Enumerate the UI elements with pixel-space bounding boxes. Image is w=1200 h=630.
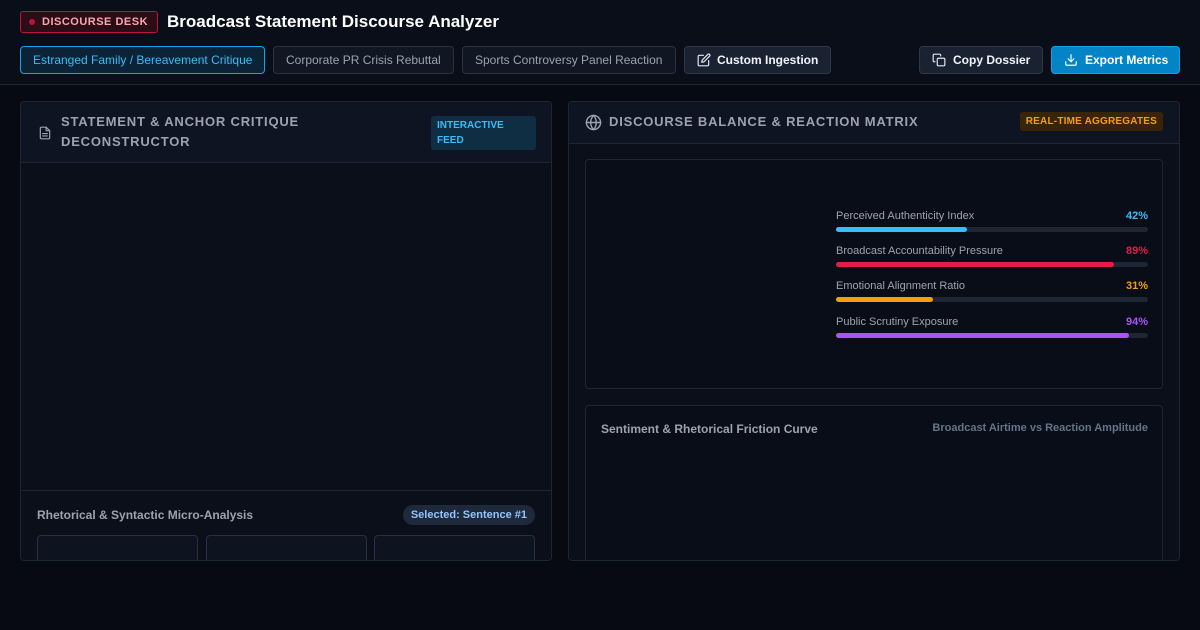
export-metrics-label: Export Metrics xyxy=(1085,53,1169,67)
reaction-matrix-panel: DISCOURSE BALANCE & REACTION MATRIX REAL… xyxy=(568,101,1180,561)
selected-sentence-badge: Selected: Sentence #1 xyxy=(402,505,535,525)
metric-accountability: Broadcast Accountability Pressure 89% xyxy=(836,245,1148,275)
globe-icon xyxy=(585,114,602,136)
tab-corporate-pr[interactable]: Corporate PR Crisis Rebuttal xyxy=(273,46,454,74)
metric-track xyxy=(836,333,1148,338)
micro-card[interactable] xyxy=(206,535,367,560)
metric-emotional-alignment: Emotional Alignment Ratio 31% xyxy=(836,280,1148,310)
metric-public-scrutiny: Public Scrutiny Exposure 94% xyxy=(836,316,1148,346)
metric-fill-bar xyxy=(836,227,968,232)
metric-label: Broadcast Accountability Pressure xyxy=(836,245,1003,257)
copy-dossier-label: Copy Dossier xyxy=(953,53,1031,67)
brand-badge: DISCOURSE DESK xyxy=(20,11,159,33)
metric-value: 31% xyxy=(1125,280,1148,292)
metric-label: Emotional Alignment Ratio xyxy=(836,280,966,292)
metric-fill-bar xyxy=(836,262,1114,267)
status-dot-icon xyxy=(29,19,35,25)
top-bar: DISCOURSE DESK Broadcast Statement Disco… xyxy=(0,0,1200,85)
metric-track xyxy=(836,262,1148,267)
tab-label: Sports Controversy Panel Reaction xyxy=(475,53,663,67)
metric-value: 94% xyxy=(1125,316,1148,328)
statement-deconstructor-panel: STATEMENT & ANCHOR CRITIQUE DECONSTRUCTO… xyxy=(20,101,552,561)
copy-icon xyxy=(932,53,946,67)
metric-label: Public Scrutiny Exposure xyxy=(836,316,959,328)
panel-header: STATEMENT & ANCHOR CRITIQUE DECONSTRUCTO… xyxy=(21,102,551,163)
custom-ingestion-label: Custom Ingestion xyxy=(717,53,819,67)
metric-label: Perceived Authenticity Index xyxy=(836,210,975,222)
micro-analysis-section: Rhetorical & Syntactic Micro-Analysis Se… xyxy=(21,490,551,560)
app-title: Broadcast Statement Discourse Analyzer xyxy=(167,12,499,31)
friction-curve-card: Sentiment & Rhetorical Friction Curve Br… xyxy=(585,405,1163,560)
micro-card[interactable] xyxy=(374,535,535,560)
tab-sports-controversy[interactable]: Sports Controversy Panel Reaction xyxy=(462,46,676,74)
tab-bereavement-critique[interactable]: Estranged Family / Bereavement Critique xyxy=(20,46,265,74)
metric-value: 42% xyxy=(1125,210,1148,222)
metric-authenticity: Perceived Authenticity Index 42% xyxy=(836,210,1148,240)
micro-card[interactable] xyxy=(37,535,198,560)
export-metrics-button[interactable]: Export Metrics xyxy=(1051,46,1180,74)
metric-track xyxy=(836,227,1148,232)
tab-label: Estranged Family / Bereavement Critique xyxy=(33,53,253,67)
panel-title: DISCOURSE BALANCE & REACTION MATRIX xyxy=(609,114,919,129)
panel-title: STATEMENT & ANCHOR CRITIQUE DECONSTRUCTO… xyxy=(61,114,300,149)
curve-title: Sentiment & Rhetorical Friction Curve xyxy=(601,422,818,436)
metric-fill-bar xyxy=(836,297,933,302)
micro-analysis-title: Rhetorical & Syntactic Micro-Analysis xyxy=(37,508,254,522)
metric-track xyxy=(836,297,1148,302)
interactive-feed-badge: INTERACTIVE FEED xyxy=(431,116,536,150)
copy-dossier-button[interactable]: Copy Dossier xyxy=(919,46,1043,74)
metric-fill-bar xyxy=(836,333,1130,338)
metrics-card: Perceived Authenticity Index 42% Broadca… xyxy=(585,159,1163,389)
tab-label: Corporate PR Crisis Rebuttal xyxy=(286,53,441,67)
real-time-badge: REAL-TIME AGGREGATES xyxy=(1019,112,1163,131)
document-icon xyxy=(38,125,52,146)
curve-subtitle: Broadcast Airtime vs Reaction Amplitude xyxy=(932,422,1148,434)
edit-icon xyxy=(697,53,711,67)
download-icon xyxy=(1064,53,1078,67)
custom-ingestion-button[interactable]: Custom Ingestion xyxy=(684,46,831,74)
brand-badge-label: DISCOURSE DESK xyxy=(42,16,149,28)
metric-value: 89% xyxy=(1125,245,1148,257)
panel-header: DISCOURSE BALANCE & REACTION MATRIX REAL… xyxy=(569,102,1179,144)
